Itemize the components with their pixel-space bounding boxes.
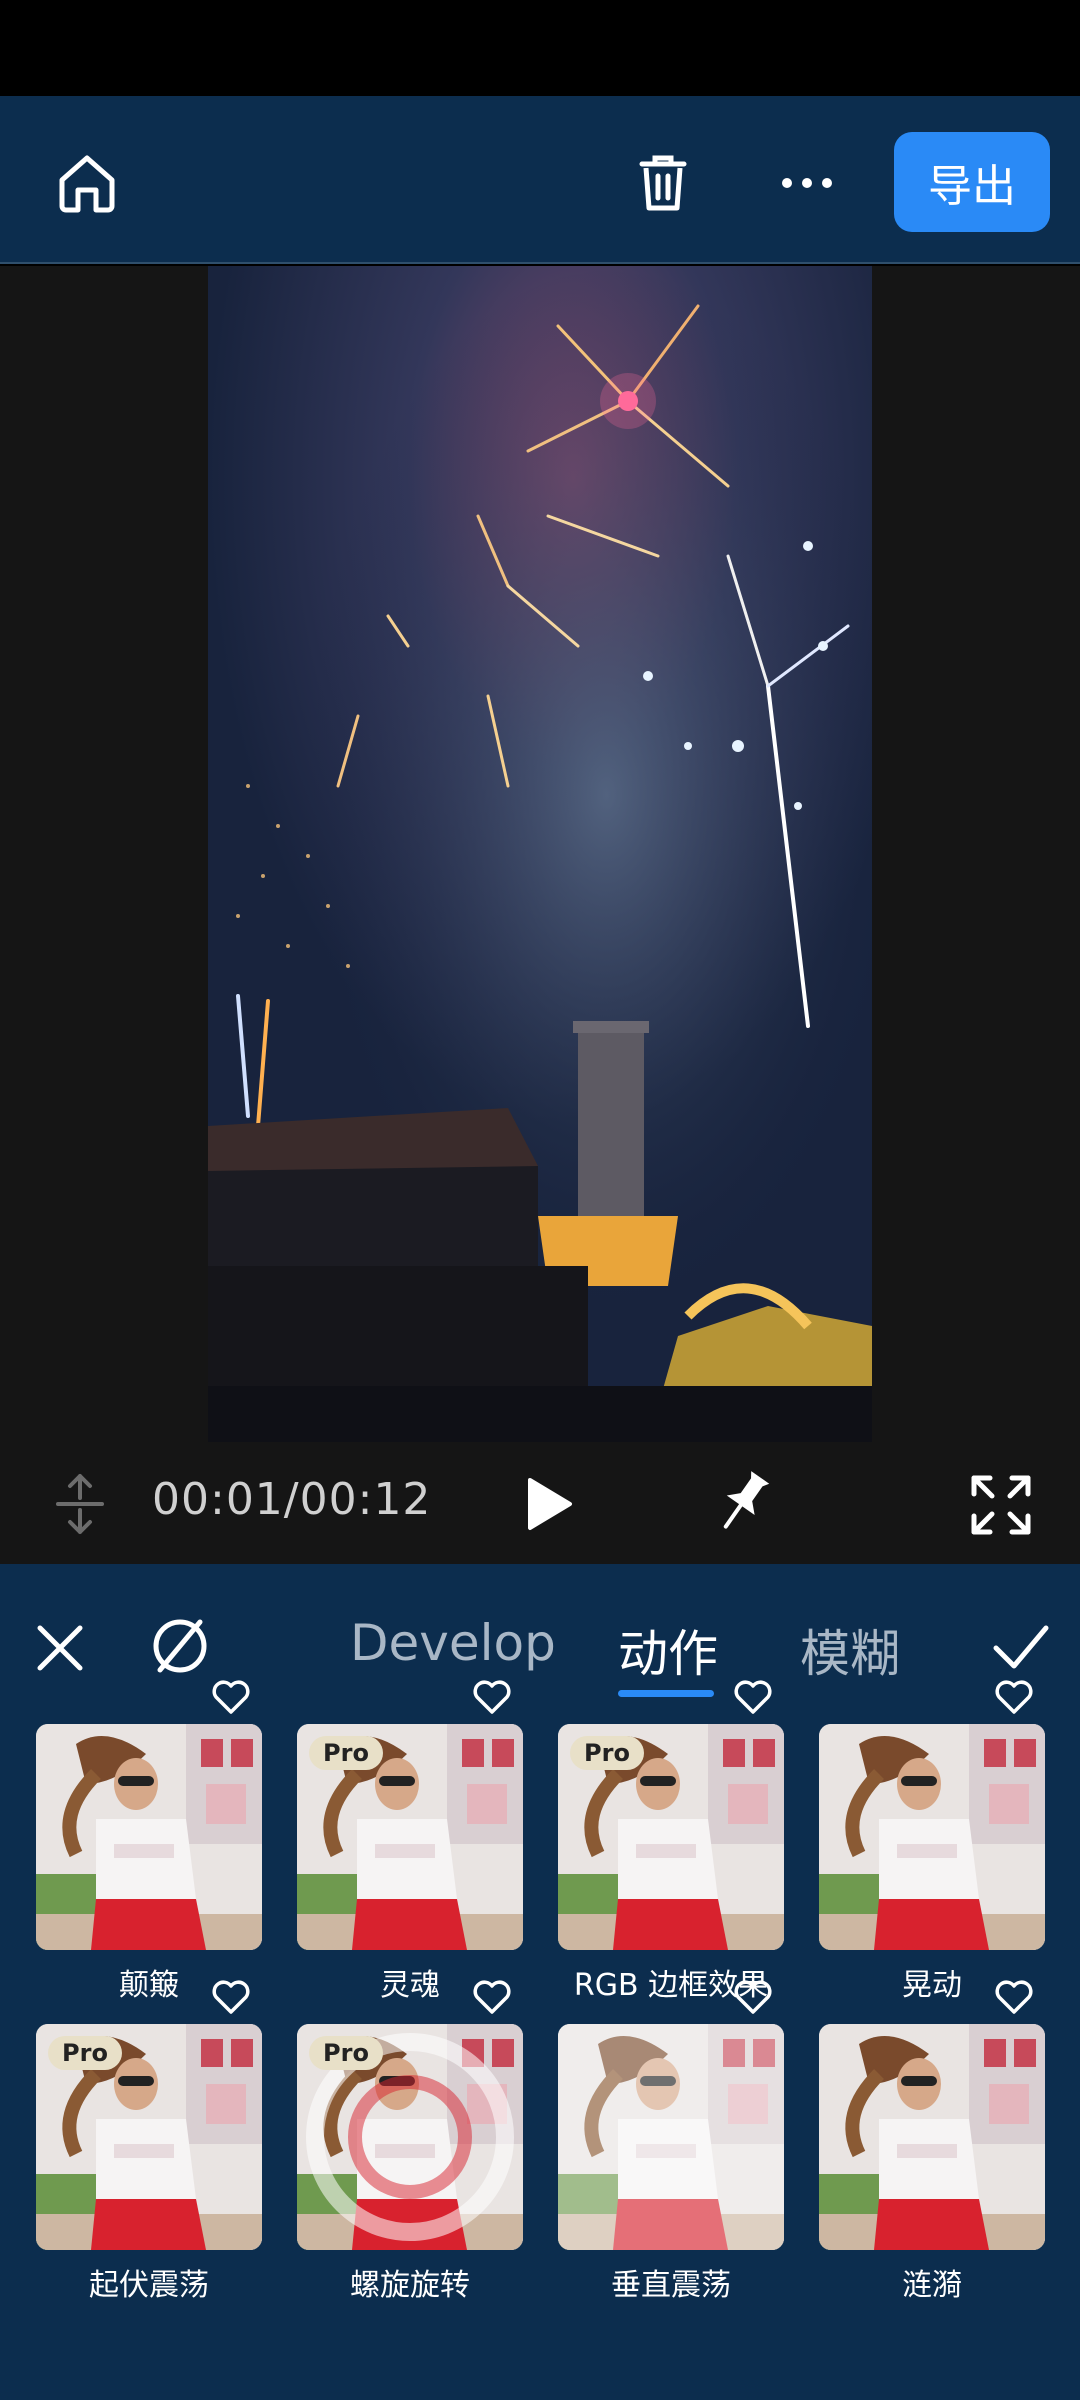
effect-thumbnail xyxy=(558,2024,784,2250)
status-bar xyxy=(0,0,1080,96)
preview-area xyxy=(0,266,1080,1444)
confirm-check-icon[interactable] xyxy=(990,1616,1052,1678)
heart-icon[interactable] xyxy=(471,1978,513,2016)
pro-badge: Pro xyxy=(570,1736,644,1770)
no-effect-icon[interactable] xyxy=(148,1614,212,1678)
tab-develop[interactable]: Develop xyxy=(350,1614,556,1672)
effect-thumbnail xyxy=(819,2024,1045,2250)
tab-blur[interactable]: 模糊 xyxy=(800,1614,900,1686)
pro-badge: Pro xyxy=(309,2036,383,2070)
home-icon[interactable] xyxy=(52,148,122,218)
close-icon[interactable] xyxy=(30,1618,90,1678)
more-options-icon[interactable] xyxy=(772,148,842,218)
heart-icon[interactable] xyxy=(210,1978,252,2016)
playback-time: 00:01/00:12 xyxy=(152,1474,432,1525)
tab-motion[interactable]: 动作 xyxy=(618,1614,718,1686)
split-icon[interactable] xyxy=(54,1472,106,1536)
effect-label: 涟漪 xyxy=(902,2268,962,2303)
pro-badge: Pro xyxy=(48,2036,122,2070)
effects-tab-bar: Develop 动作 模糊 xyxy=(0,1564,1080,1704)
effects-panel: Develop 动作 模糊 颠簸 Pro 灵魂 Pro RGB 边框效果 晃动 Pro 起伏震… xyxy=(0,1564,1080,2400)
effect-label: 起伏震荡 xyxy=(89,2268,209,2303)
video-preview[interactable] xyxy=(208,266,872,1442)
pro-badge: Pro xyxy=(309,1736,383,1770)
heart-icon[interactable] xyxy=(210,1678,252,1716)
play-icon[interactable] xyxy=(516,1472,580,1536)
playback-bar: 00:01/00:12 xyxy=(0,1444,1080,1564)
effect-thumbnail xyxy=(36,1724,262,1950)
active-tab-indicator xyxy=(618,1690,714,1697)
heart-icon[interactable] xyxy=(471,1678,513,1716)
heart-icon[interactable] xyxy=(993,1678,1035,1716)
pin-icon[interactable] xyxy=(714,1468,772,1536)
fullscreen-icon[interactable] xyxy=(970,1474,1032,1536)
trash-icon[interactable] xyxy=(628,148,698,218)
effect-thumbnail xyxy=(819,1724,1045,1950)
effect-label: 螺旋旋转 xyxy=(350,2268,470,2303)
effect-label: 垂直震荡 xyxy=(611,2268,731,2303)
export-button[interactable]: 导出 xyxy=(894,132,1050,232)
top-toolbar: 导出 xyxy=(0,96,1080,264)
heart-icon[interactable] xyxy=(732,1678,774,1716)
heart-icon[interactable] xyxy=(993,1978,1035,2016)
heart-icon[interactable] xyxy=(732,1978,774,2016)
